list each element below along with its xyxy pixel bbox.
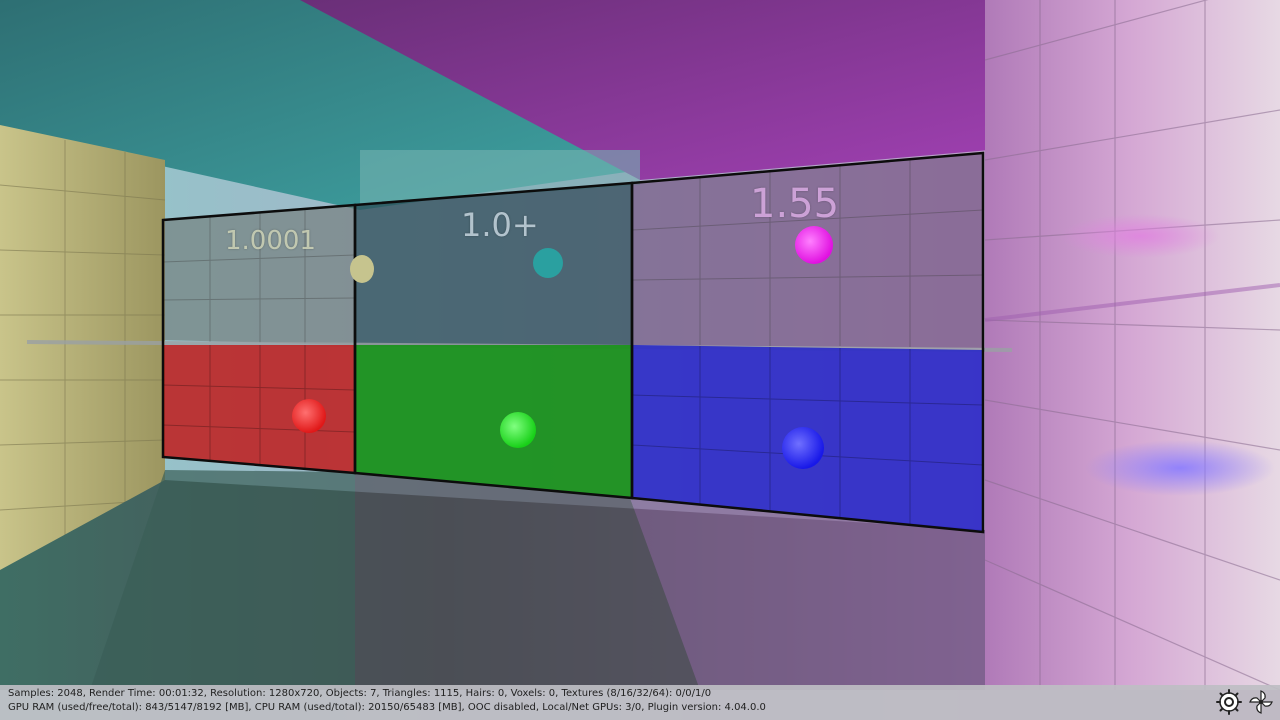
logo-area (1216, 687, 1274, 717)
octane-spinner-icon (1249, 690, 1273, 714)
ior-label-middle: 1.0+ (461, 206, 539, 244)
ior-label-right: 1.55 (750, 181, 840, 227)
render-status-bar: Samples: 2048, Render Time: 00:01:32, Re… (0, 685, 1280, 720)
render-stats-line: Samples: 2048, Render Time: 00:01:32, Re… (8, 688, 712, 699)
memory-stats-line: GPU RAM (used/free/total): 843/5147/8192… (8, 702, 766, 713)
render-scene (0, 0, 1280, 720)
render-viewport[interactable]: 1.0001 1.0+ 1.55 (0, 0, 1280, 720)
ior-label-left: 1.0001 (225, 226, 316, 256)
octane-logo-icon (1216, 689, 1242, 715)
